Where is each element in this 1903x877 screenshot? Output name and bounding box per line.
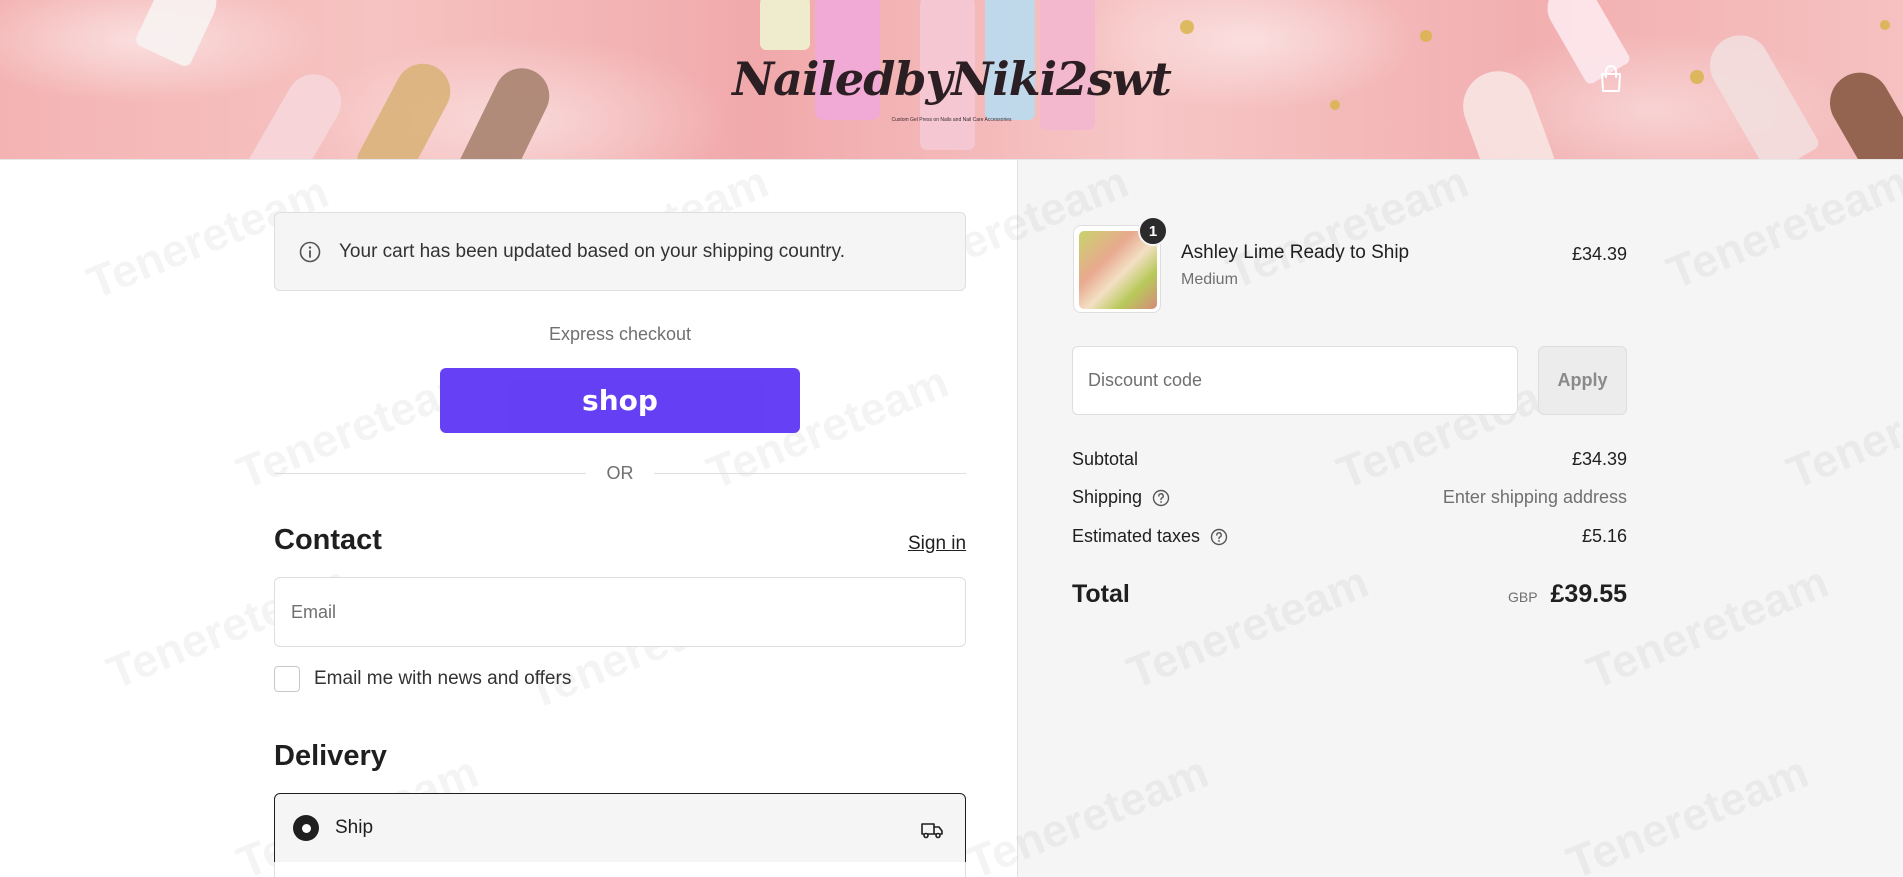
delivery-title: Delivery	[274, 740, 387, 772]
total-value: £39.55	[1550, 580, 1627, 608]
header-banner: NailedbyNiki2swt Custom Gel Press on Nai…	[0, 0, 1903, 160]
banner-decoration	[760, 0, 810, 50]
email-field[interactable]	[274, 577, 966, 647]
apply-discount-button[interactable]: Apply	[1538, 346, 1627, 415]
contact-title: Contact	[274, 524, 382, 556]
product-name: Ashley Lime Ready to Ship	[1181, 242, 1410, 263]
or-divider: OR	[274, 463, 966, 483]
shipping-value: Enter shipping address	[1442, 487, 1627, 507]
taxes-value: £5.16	[1581, 526, 1627, 546]
shipping-label: Shipping	[1072, 487, 1170, 508]
help-icon[interactable]	[1210, 528, 1228, 546]
ship-radio[interactable]	[293, 815, 319, 841]
newsletter-option[interactable]: Email me with news and offers	[274, 666, 571, 692]
help-icon[interactable]	[1152, 489, 1170, 507]
cart-updated-notice: Your cart has been updated based on your…	[274, 212, 966, 291]
truck-icon	[921, 823, 943, 839]
sign-in-link[interactable]: Sign in	[908, 533, 966, 555]
product-variant: Medium	[1181, 271, 1238, 288]
banner-decoration	[1420, 30, 1432, 42]
quantity-badge: 1	[1138, 216, 1168, 246]
newsletter-checkbox[interactable]	[274, 666, 300, 692]
subtotal-label: Subtotal	[1072, 449, 1139, 469]
total-currency: GBP	[1508, 589, 1538, 605]
express-checkout-label: Express checkout	[548, 324, 692, 344]
newsletter-label: Email me with news and offers	[314, 668, 572, 689]
banner-decoration	[1880, 20, 1890, 30]
shop-pay-button[interactable]: shop	[440, 368, 800, 433]
taxes-label: Estimated taxes	[1072, 526, 1228, 547]
subtotal-value: £34.39	[1571, 449, 1627, 469]
delivery-option-ship[interactable]: Ship	[274, 793, 966, 863]
info-icon	[299, 241, 321, 262]
store-tagline: Custom Gel Press on Nails and Nail Care …	[891, 117, 1012, 123]
banner-decoration	[1180, 20, 1194, 34]
delivery-option-next[interactable]	[274, 862, 966, 877]
product-price: £34.39	[1571, 244, 1627, 264]
total-label: Total	[1072, 580, 1130, 608]
ship-label: Ship	[335, 817, 374, 838]
notice-text: Your cart has been updated based on your…	[339, 240, 845, 262]
discount-code-input[interactable]	[1072, 346, 1518, 415]
or-text: OR	[606, 463, 634, 483]
shopping-bag-icon[interactable]	[1596, 64, 1626, 94]
